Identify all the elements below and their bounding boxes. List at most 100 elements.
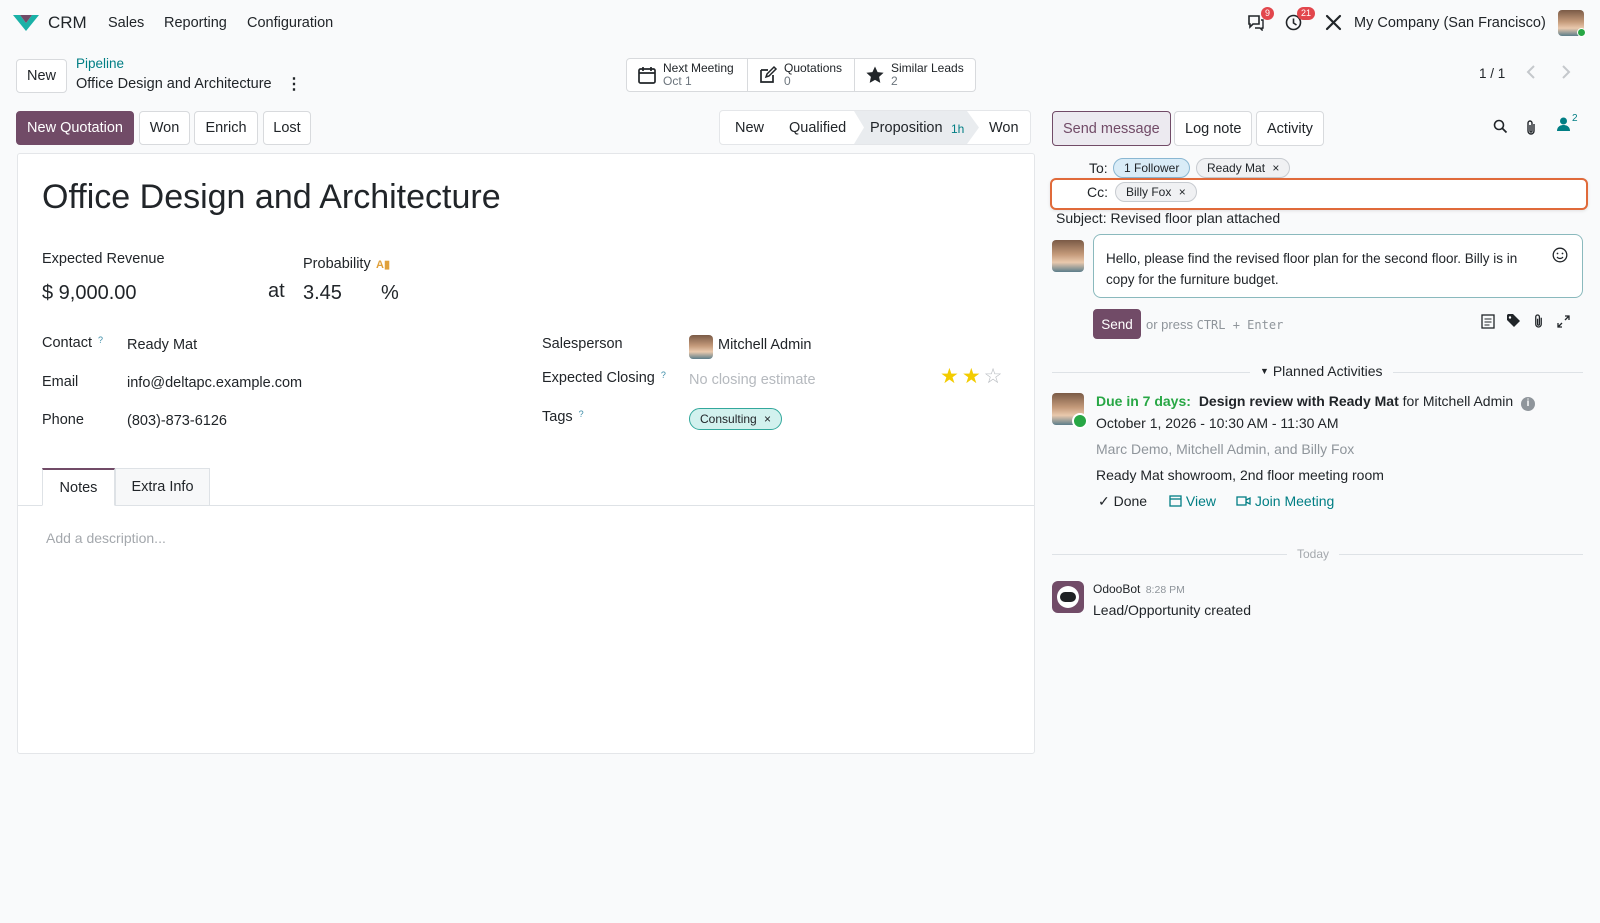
done-label: Done — [1113, 493, 1148, 509]
join-meeting-button[interactable]: Join Meeting — [1236, 493, 1334, 509]
send-button[interactable]: Send — [1093, 309, 1141, 339]
priority-star-icon[interactable]: ★ — [940, 365, 962, 388]
emoji-icon[interactable] — [1552, 247, 1568, 263]
email-field[interactable]: info@deltapc.example.com — [127, 375, 302, 391]
to-followers-pill[interactable]: 1 Follower — [1113, 158, 1191, 178]
remove-cc-icon[interactable]: × — [1179, 185, 1186, 199]
quotations-value: 0 — [784, 74, 791, 88]
phone-field[interactable]: (803)-873-6126 — [127, 413, 227, 429]
probability-input[interactable]: 3.45 — [303, 282, 342, 305]
salesperson-field[interactable]: Mitchell Admin — [718, 337, 811, 353]
app-name[interactable]: CRM — [48, 13, 87, 33]
expected-revenue-input[interactable]: $ 9,000.00 — [42, 282, 137, 305]
enrich-button[interactable]: Enrich — [194, 111, 258, 145]
to-partner-pill: Ready Mat × — [1196, 158, 1291, 178]
messages-button[interactable]: 9 — [1247, 7, 1275, 34]
menu-reporting[interactable]: Reporting — [164, 15, 227, 31]
expected-closing-input[interactable]: No closing estimate — [689, 372, 816, 388]
smart-button-similar-leads[interactable]: Similar Leads 2 — [855, 58, 976, 92]
meeting-type-icon — [1072, 413, 1088, 429]
contact-label: Contact? — [42, 335, 103, 351]
followers-count: 2 — [1572, 113, 1578, 124]
tools-icon[interactable] — [1325, 14, 1342, 31]
lead-title[interactable]: Office Design and Architecture — [42, 178, 501, 217]
planned-activities-toggle[interactable]: ▼ Planned Activities — [1250, 363, 1393, 379]
smart-button-next-meeting[interactable]: Next Meeting Oct 1 — [626, 58, 748, 92]
subject-row[interactable]: Subject: Revised floor plan attached — [1056, 210, 1280, 226]
send-message-tab[interactable]: Send message — [1052, 111, 1171, 146]
mark-done-button[interactable]: ✓ Done — [1098, 493, 1147, 510]
subject-label: Subject: — [1056, 210, 1107, 226]
company-switcher[interactable]: My Company (San Francisco) — [1354, 15, 1546, 31]
expand-icon[interactable] — [1557, 315, 1570, 328]
at-label: at — [268, 280, 285, 302]
send-hint: or press CTRL + Enter — [1146, 317, 1283, 332]
paperclip-icon[interactable] — [1525, 119, 1537, 136]
stage-statusbar: New Qualified Proposition 1h Won — [719, 110, 1031, 145]
stage-proposition[interactable]: Proposition — [870, 120, 943, 136]
won-button[interactable]: Won — [139, 111, 190, 145]
remove-recipient-icon[interactable]: × — [1272, 161, 1279, 175]
new-record-button[interactable]: New — [16, 59, 67, 93]
remove-tag-icon[interactable]: × — [764, 412, 771, 426]
log-note-tab[interactable]: Log note — [1174, 111, 1253, 146]
menu-sales[interactable]: Sales — [108, 15, 144, 31]
similar-leads-value: 2 — [891, 74, 898, 88]
tags-help-icon[interactable]: ? — [579, 409, 584, 419]
closing-help-icon[interactable]: ? — [661, 370, 666, 380]
stage-qualified[interactable]: Qualified — [789, 120, 846, 136]
lost-button[interactable]: Lost — [263, 111, 311, 145]
followers-button[interactable]: 2 — [1556, 113, 1578, 135]
template-icon[interactable] — [1481, 314, 1495, 329]
view-activity-button[interactable]: View — [1169, 493, 1216, 509]
activities-button[interactable]: 21 — [1285, 7, 1316, 34]
cc-partner-pill: Billy Fox × — [1115, 182, 1197, 202]
subject-value[interactable]: Revised floor plan attached — [1110, 210, 1280, 226]
kebab-menu-icon[interactable]: ⋮ — [286, 74, 302, 94]
tag-icon[interactable] — [1506, 313, 1522, 328]
description-input[interactable]: Add a description... — [46, 530, 166, 546]
cc-field[interactable]: Cc: Billy Fox × — [1050, 178, 1588, 210]
star-icon — [866, 66, 884, 83]
activity-tab[interactable]: Activity — [1256, 111, 1324, 146]
stage-won[interactable]: Won — [989, 120, 1019, 136]
attachment-icon[interactable] — [1533, 313, 1544, 329]
online-status-dot — [1577, 28, 1586, 37]
contact-help-icon[interactable]: ? — [98, 335, 103, 345]
percent-sign: % — [381, 282, 399, 304]
priority-star-icon[interactable]: ★ — [962, 365, 984, 388]
message-body-input[interactable]: Hello, please find the revised floor pla… — [1093, 234, 1583, 298]
pager-value[interactable]: 1 / 1 — [1479, 66, 1505, 81]
edit-icon — [760, 65, 778, 83]
tab-extra-info[interactable]: Extra Info — [115, 468, 210, 506]
stage-new[interactable]: New — [735, 120, 764, 136]
activity-date: October 1, 2026 - 10:30 AM - 11:30 AM — [1096, 415, 1339, 431]
new-quotation-button[interactable]: New Quotation — [16, 111, 134, 145]
smart-button-quotations[interactable]: Quotations 0 — [748, 58, 855, 92]
send-hint-keys: CTRL + Enter — [1196, 318, 1284, 332]
crm-app-icon[interactable] — [12, 13, 40, 33]
previous-record-icon[interactable] — [1524, 64, 1538, 80]
info-icon[interactable]: i — [1521, 397, 1536, 411]
tab-notes[interactable]: Notes — [42, 468, 115, 506]
calendar-icon — [638, 67, 656, 84]
salesperson-avatar — [689, 335, 713, 359]
next-record-icon[interactable] — [1559, 64, 1573, 80]
message-body: Lead/Opportunity created — [1093, 602, 1251, 618]
odoobot-face-icon — [1057, 586, 1079, 608]
contact-field[interactable]: Ready Mat — [127, 337, 197, 353]
breadcrumb-pipeline[interactable]: Pipeline — [76, 56, 124, 71]
search-icon[interactable] — [1493, 119, 1508, 134]
menu-configuration[interactable]: Configuration — [247, 15, 333, 31]
odoobot-avatar — [1052, 581, 1084, 613]
cc-partner-name: Billy Fox — [1126, 185, 1172, 199]
salesperson-label: Salesperson — [542, 336, 623, 352]
priority-stars[interactable]: ★★☆ — [940, 364, 1005, 389]
activity-attendees: Marc Demo, Mitchell Admin, and Billy Fox — [1096, 441, 1355, 457]
composer-avatar — [1052, 240, 1084, 272]
form-sheet: Office Design and Architecture Expected … — [17, 153, 1035, 754]
ai-probability-icon[interactable]: A▮ — [376, 258, 390, 271]
stage-duration-badge: 1h — [951, 122, 965, 136]
priority-star-empty-icon[interactable]: ☆ — [984, 365, 1006, 388]
activity-assignee: for Mitchell Admin — [1402, 393, 1514, 409]
